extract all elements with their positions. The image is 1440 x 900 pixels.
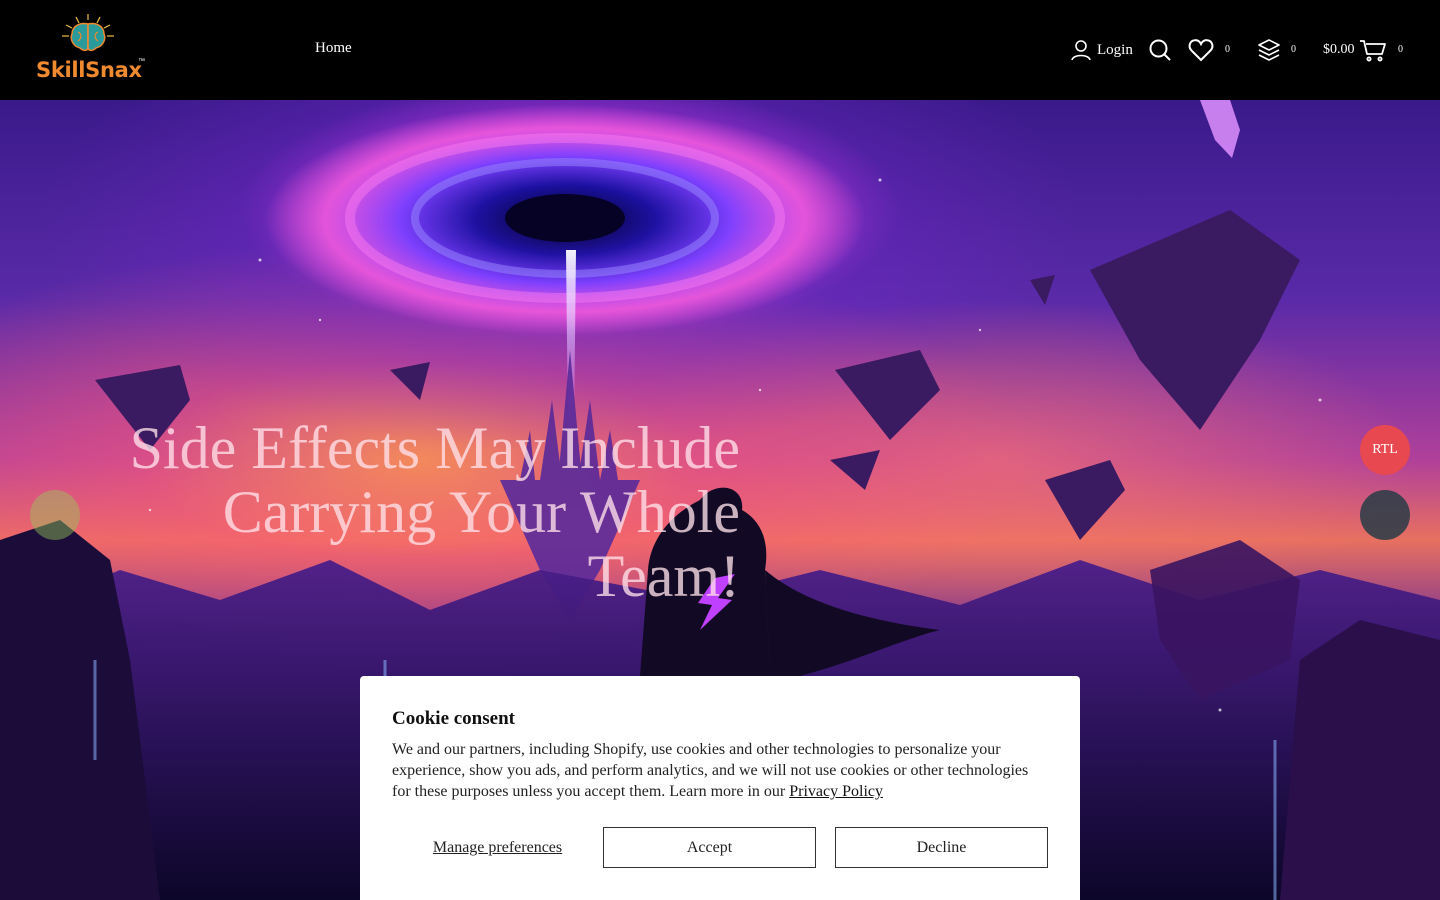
search-icon — [1149, 39, 1171, 61]
slider-prev-button[interactable] — [30, 490, 80, 540]
user-icon — [1071, 40, 1091, 61]
cart-icon — [1359, 40, 1386, 62]
cart-total: $0.00 — [1323, 42, 1355, 57]
cookie-consent-dialog: Cookie consent We and our partners, incl… — [360, 676, 1080, 900]
wishlist-count: 0 — [1225, 44, 1230, 55]
brand-name: SkillSnax — [36, 58, 142, 82]
layers-icon — [1258, 39, 1280, 61]
login-link[interactable]: Login — [1070, 36, 1133, 64]
logo[interactable]: SkillSnax ™ — [30, 12, 150, 88]
cookie-title: Cookie consent — [392, 708, 515, 729]
cookie-actions: Manage preferences Accept Decline — [392, 827, 1048, 868]
login-label: Login — [1097, 41, 1133, 58]
theme-toggle-button[interactable] — [1360, 490, 1410, 540]
rtl-toggle-button[interactable]: RTL — [1360, 425, 1410, 475]
heart-icon — [1188, 39, 1214, 62]
wishlist-button[interactable]: 0 — [1188, 36, 1230, 64]
compare-count: 0 — [1291, 44, 1296, 55]
trademark: ™ — [138, 58, 145, 65]
decline-button[interactable]: Decline — [835, 827, 1048, 868]
brain-logo-icon — [62, 14, 114, 52]
compare-button[interactable]: 0 — [1256, 36, 1296, 64]
search-button[interactable] — [1148, 36, 1172, 64]
cookie-description: We and our partners, including Shopify, … — [392, 741, 1029, 800]
hero-title: Side Effects May Include Carrying Your W… — [129, 415, 740, 609]
nav-home-link[interactable]: Home — [315, 40, 352, 57]
cart-button[interactable]: $0.00 0 — [1323, 36, 1403, 64]
cookie-text: We and our partners, including Shopify, … — [392, 739, 1048, 802]
manage-preferences-button[interactable]: Manage preferences — [392, 827, 603, 868]
cart-count: 0 — [1398, 44, 1403, 55]
accept-button[interactable]: Accept — [603, 827, 816, 868]
privacy-policy-link[interactable]: Privacy Policy — [789, 783, 883, 800]
site-header: SkillSnax ™ Home Login 0 0 $0.00 0 — [0, 0, 1440, 100]
